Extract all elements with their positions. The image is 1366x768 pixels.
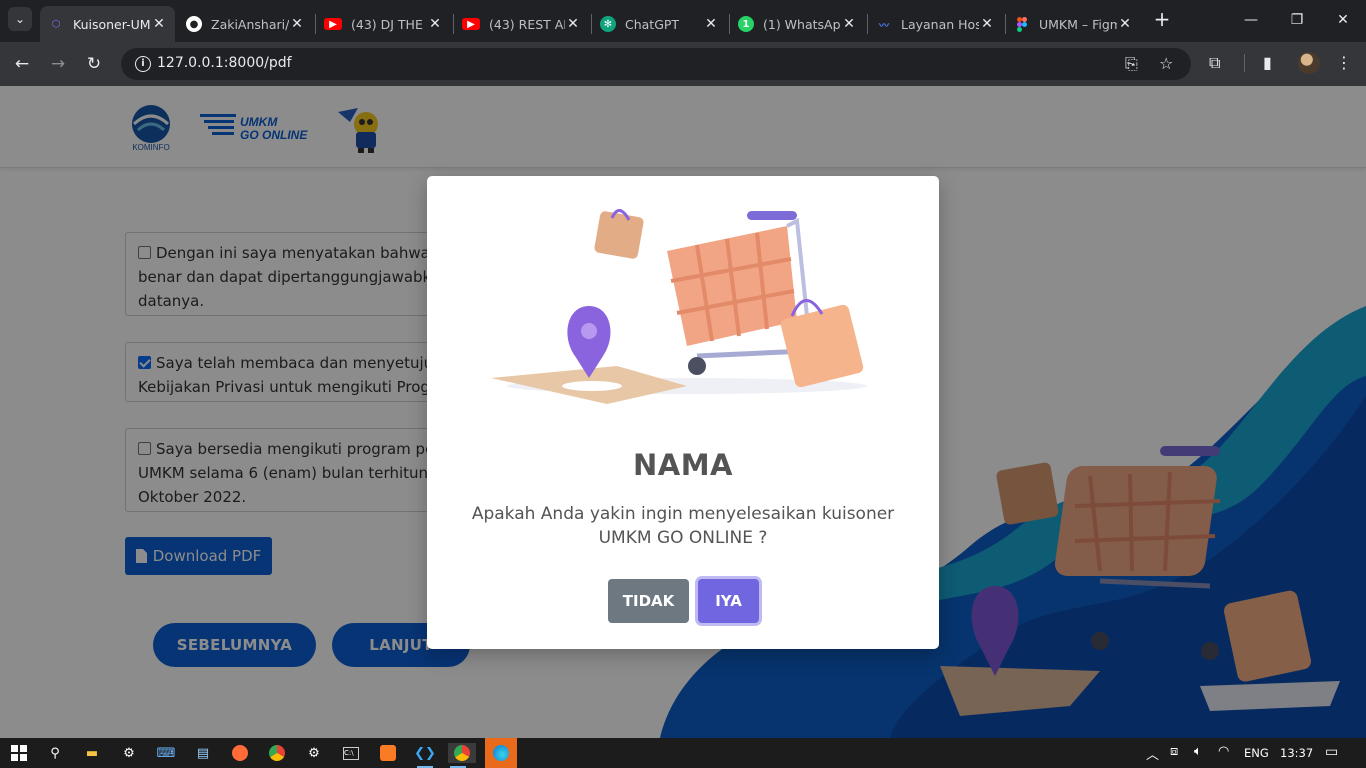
tab-title: ChatGPT (625, 16, 680, 32)
whatsapp-icon: 1 (738, 16, 754, 32)
confirm-button[interactable]: IYA (698, 579, 759, 623)
volume-icon[interactable]: 🔈︎ (1194, 744, 1202, 759)
xampp-icon[interactable] (378, 743, 398, 763)
figma-icon (1014, 16, 1030, 32)
windows-start-icon[interactable] (9, 743, 29, 763)
close-tab-icon[interactable]: ✕ (841, 16, 857, 32)
keyboard-app-icon[interactable]: ⌨ (156, 743, 176, 763)
close-tab-icon[interactable]: ✕ (565, 16, 581, 32)
url-text[interactable]: 127.0.0.1:8000/pdf (157, 55, 292, 71)
close-window-button[interactable]: ✕ (1320, 8, 1366, 32)
search-icon[interactable]: ⚲ (45, 743, 65, 763)
address-bar[interactable]: i 127.0.0.1:8000/pdf ⎘ ☆ (121, 48, 1191, 80)
restore-button[interactable]: ❐ (1274, 8, 1320, 32)
site-info-icon[interactable]: i (135, 56, 151, 72)
tab-title: ZakiAnshari/ (211, 16, 289, 32)
back-button[interactable]: ← (9, 51, 35, 77)
tab-youtube-dj[interactable]: ▶ (43) DJ THE B ✕ (316, 6, 451, 42)
close-tab-icon[interactable]: ✕ (1117, 16, 1133, 32)
tab-search-button[interactable]: ⌄ (8, 7, 32, 31)
clock-time[interactable]: 13:37 (1280, 746, 1313, 760)
terminal-icon[interactable]: C:\ (341, 743, 361, 763)
profile-avatar[interactable] (1298, 52, 1320, 74)
notepad-icon[interactable]: ▤ (193, 743, 213, 763)
language-indicator[interactable]: ENG (1244, 746, 1269, 760)
close-tab-icon[interactable]: ✕ (979, 16, 995, 32)
github-icon: ● (186, 16, 202, 32)
file-explorer-icon[interactable]: ▬ (82, 743, 102, 763)
bookmark-star-icon[interactable]: ☆ (1159, 54, 1173, 73)
settings-gear-icon[interactable]: ⚙ (304, 743, 324, 763)
tray-overflow-chevron-icon[interactable]: ︿ (1146, 744, 1159, 763)
youtube-icon: ▶ (324, 18, 342, 30)
hosting-icon: 〰 (879, 20, 889, 32)
close-tab-icon[interactable]: ✕ (703, 16, 719, 32)
tab-title: (43) DJ THE B (351, 16, 427, 32)
new-tab-button[interactable]: + (1151, 9, 1173, 31)
tab-github[interactable]: ● ZakiAnshari/ ✕ (178, 6, 313, 42)
tab-youtube-rest[interactable]: ▶ (43) REST API ✕ (454, 6, 589, 42)
toolbar-divider (1244, 54, 1245, 72)
tab-title: Kuisoner-UMKM (73, 16, 151, 32)
cancel-button[interactable]: TIDAK (608, 579, 689, 623)
minimize-button[interactable]: — (1228, 8, 1274, 32)
tab-whatsapp[interactable]: 1 (1) WhatsApp ✕ (730, 6, 865, 42)
settings-app-icon[interactable]: ⚙ (119, 743, 139, 763)
edge-icon[interactable] (485, 738, 517, 768)
notification-icon[interactable]: ▭ (1325, 744, 1338, 760)
menu-kebab-icon[interactable]: ⋮ (1336, 53, 1352, 72)
side-panel-icon[interactable]: ▮ (1263, 53, 1272, 72)
translate-icon[interactable]: ⎘ (1125, 54, 1138, 74)
tab-kuisoner[interactable]: ⬡ Kuisoner-UMKM ✕ (40, 6, 175, 42)
close-tab-icon[interactable]: ✕ (151, 16, 167, 32)
tray-app-icon[interactable]: ⧈ (1170, 744, 1178, 759)
tab-title: Layanan Hos (901, 16, 979, 32)
close-tab-icon[interactable]: ✕ (427, 16, 443, 32)
tab-figma[interactable]: UMKM – Figma ✕ (1006, 6, 1141, 42)
wifi-icon[interactable]: ◠ (1218, 744, 1229, 759)
extensions-icon[interactable]: ⧉ (1209, 53, 1220, 73)
chrome-active-icon[interactable] (448, 743, 476, 768)
dialog-title: NAMA (632, 448, 734, 482)
tab-chatgpt[interactable]: ✻ ChatGPT ✕ (592, 6, 727, 42)
close-tab-icon[interactable]: ✕ (289, 16, 305, 32)
tab-title: (1) WhatsApp (763, 16, 841, 32)
tab-title: (43) REST API (489, 16, 565, 32)
tab-title: UMKM – Figma (1039, 16, 1117, 32)
tab-hosting[interactable]: 〰 Layanan Hos ✕ (868, 6, 1003, 42)
laravel-icon: ⬡ (51, 18, 61, 30)
browser-toolbar: ← → ↻ i 127.0.0.1:8000/pdf ⎘ ☆ ⧉ ▮ ⋮ (0, 42, 1366, 86)
youtube-icon: ▶ (462, 18, 480, 30)
windows-taskbar: ⚲ ▬ ⚙ ⌨ ▤ ⚙ C:\ ❮❯ ︿ ⧈ 🔈︎ ◠ ENG 13:37 ▭ (0, 738, 1366, 768)
postman-icon[interactable] (230, 743, 250, 763)
confirm-dialog: NAMA Apakah Anda yakin ingin menyelesaik… (427, 176, 939, 649)
reload-button[interactable]: ↻ (81, 51, 107, 77)
browser-tabstrip: ⌄ ⬡ Kuisoner-UMKM ✕ ● ZakiAnshari/ ✕ ▶ (… (0, 0, 1366, 42)
vscode-icon[interactable]: ❮❯ (414, 743, 436, 768)
chrome-icon[interactable] (267, 743, 287, 763)
forward-button[interactable]: → (45, 51, 71, 77)
chatgpt-icon: ✻ (600, 16, 616, 32)
shopping-cart-illustration (491, 209, 867, 404)
dialog-message: Apakah Anda yakin ingin menyelesaikan ku… (471, 504, 895, 548)
